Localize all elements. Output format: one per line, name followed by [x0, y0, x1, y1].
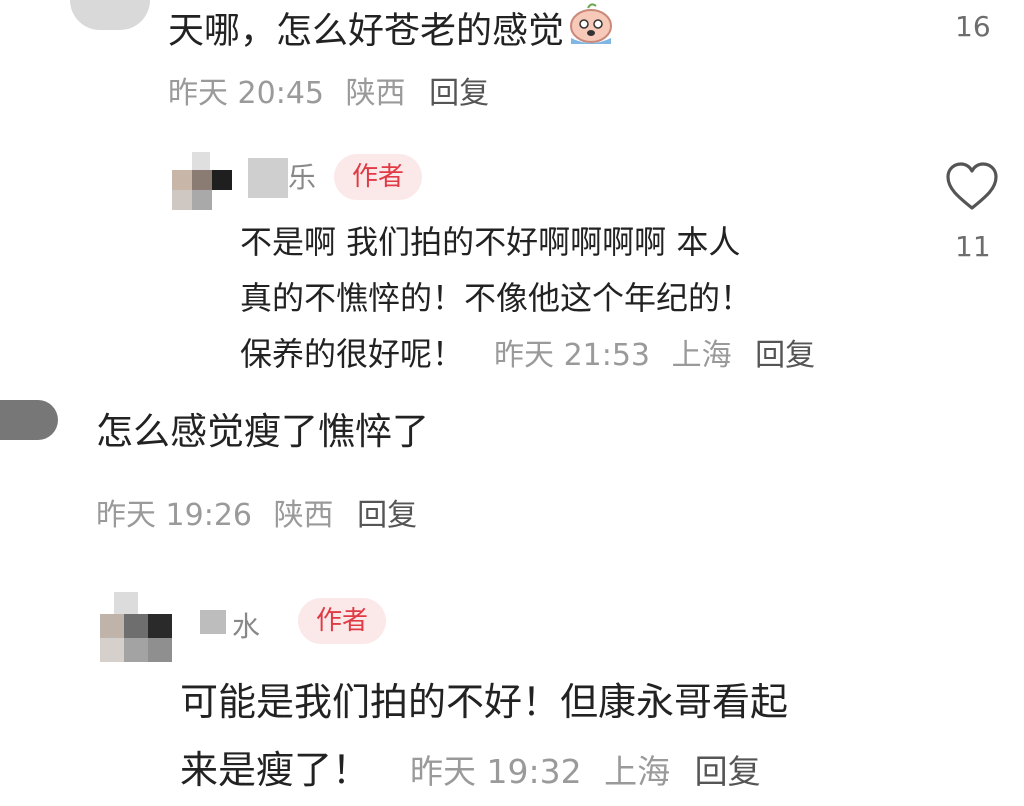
author-name-redacted [200, 610, 226, 634]
comment-meta: 昨天 19:32 上海 回复 [410, 738, 761, 806]
author-name-redacted [248, 158, 288, 198]
comment-time: 19:26 [165, 498, 253, 533]
crying-face-emoji-icon [566, 2, 616, 63]
heart-outline-icon[interactable] [945, 162, 999, 216]
author-name[interactable]: 乐 [288, 156, 316, 196]
author-badge: 作者 [334, 154, 423, 200]
reply-text-tail: 保养的很好呢！ [240, 335, 465, 373]
comment-location: 上海 [604, 752, 671, 791]
reply-content: 不是啊 我们拍的不好啊啊啊啊 本人 真的不憔悴的！不像他这个年纪的！ 保养的很好… [240, 214, 815, 384]
comment-location: 陕西 [273, 498, 334, 533]
comment-meta: 昨天 19:26 陕西 回复 [96, 490, 417, 534]
comment-text: 怎么感觉瘦了憔悴了 [96, 410, 429, 453]
comment-time: 20:45 [237, 76, 325, 111]
avatar[interactable] [172, 152, 234, 210]
reply-button[interactable]: 回复 [357, 498, 417, 533]
like-count: 16 [955, 10, 991, 43]
reply-text-line: 不是啊 我们拍的不好啊啊啊啊 本人 [240, 223, 741, 261]
comment-date: 昨天 [96, 498, 156, 533]
reply-button[interactable]: 回复 [755, 338, 815, 373]
reply-button[interactable]: 回复 [695, 752, 761, 791]
reply-text-line: 可能是我们拍的不好！但康永哥看起 [180, 680, 789, 724]
comment-meta: 昨天 21:53 上海 回复 [494, 328, 815, 384]
reply-text-tail: 来是瘦了！ [180, 748, 371, 792]
avatar[interactable] [70, 0, 150, 30]
comment-date: 昨天 [168, 76, 228, 111]
reply-content: 可能是我们拍的不好！但康永哥看起 来是瘦了！ 昨天 19:32 上海 回复 [180, 668, 788, 806]
comment-text: 天哪，怎么好苍老的感觉 [168, 10, 565, 52]
comment-time: 21:53 [563, 338, 651, 373]
comment-time: 19:32 [486, 752, 582, 791]
comment-location: 陕西 [345, 76, 406, 111]
comment-meta: 昨天 20:45 陕西 回复 [168, 68, 489, 112]
like-count: 11 [955, 230, 991, 263]
comment-location: 上海 [671, 338, 732, 373]
author-name[interactable]: 水 [232, 605, 260, 645]
reply-button[interactable]: 回复 [429, 76, 489, 111]
comment-date: 昨天 [410, 752, 477, 791]
comment-content: 天哪，怎么好苍老的感觉 [168, 2, 616, 63]
avatar[interactable] [0, 400, 58, 440]
reply-text-line: 保养的很好呢！ 昨天 21:53 上海 回复 [240, 326, 815, 384]
reply-text-line: 真的不憔悴的！不像他这个年纪的！ [240, 279, 753, 317]
reply-text-line: 来是瘦了！ 昨天 19:32 上海 回复 [180, 736, 788, 806]
avatar[interactable] [100, 592, 176, 664]
comment-date: 昨天 [494, 338, 555, 373]
author-badge: 作者 [298, 598, 387, 644]
